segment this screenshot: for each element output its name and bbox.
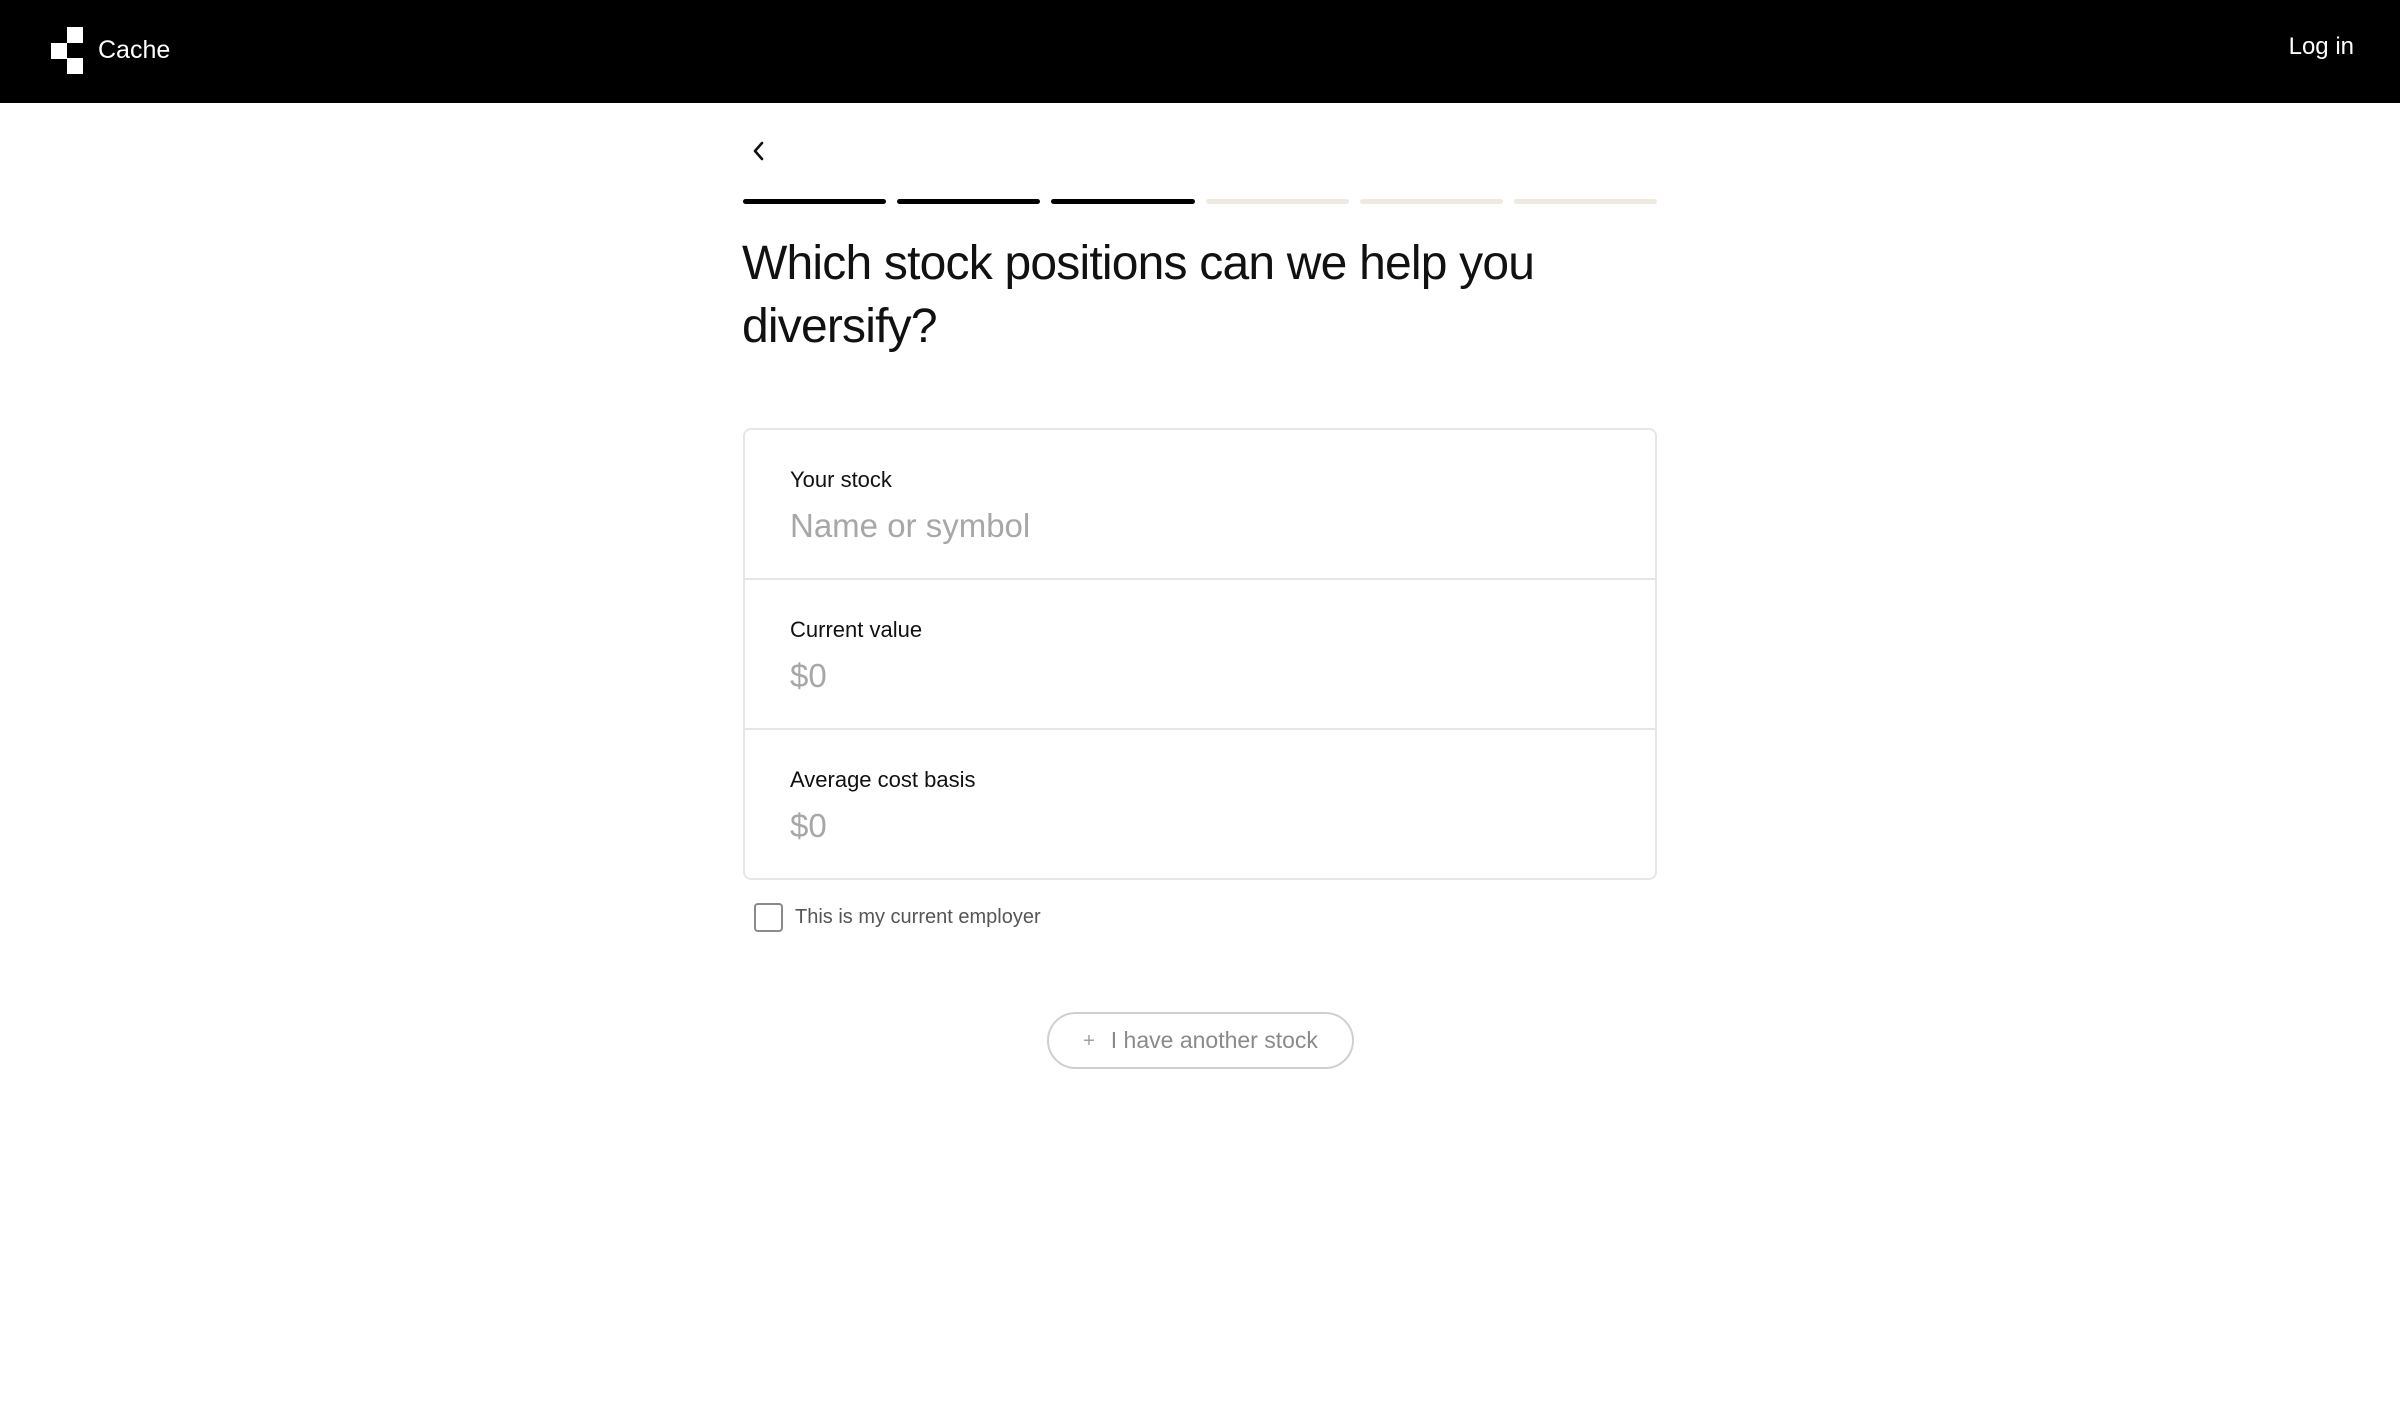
login-link[interactable]: Log in (2289, 33, 2354, 61)
employer-checkbox-row[interactable]: This is my current employer (754, 903, 1041, 932)
step-progress-bar (743, 199, 1658, 205)
page-title: Which stock positions can we help you di… (742, 237, 1535, 353)
back-button[interactable] (742, 134, 776, 168)
brand-name: Cache (98, 35, 171, 64)
progress-step-1 (743, 199, 887, 204)
cost-basis-input[interactable] (790, 804, 1590, 848)
progress-step-3 (1051, 199, 1195, 204)
progress-step-2 (897, 199, 1041, 204)
progress-step-5 (1359, 199, 1503, 204)
cost-basis-label: Average cost basis (790, 767, 976, 792)
current-value-field: Current value (745, 580, 1655, 730)
cache-logo-icon (50, 26, 84, 74)
add-another-stock-label: I have another stock (1110, 1027, 1318, 1053)
employer-checkbox-label: This is my current employer (795, 906, 1041, 928)
stock-field: Your stock (745, 430, 1655, 580)
stock-search-input[interactable] (790, 504, 1590, 548)
progress-step-6 (1513, 199, 1658, 204)
current-value-input[interactable] (790, 654, 1590, 698)
employer-checkbox[interactable] (754, 903, 783, 932)
stock-field-label: Your stock (790, 467, 892, 492)
cost-basis-field: Average cost basis (745, 730, 1655, 880)
plus-icon: + (1083, 1029, 1095, 1052)
top-navigation-bar: Cache Log in (0, 0, 2400, 103)
progress-step-4 (1205, 199, 1349, 204)
add-another-stock-button[interactable]: + I have another stock (1047, 1012, 1354, 1069)
brand-home-link[interactable]: Cache (50, 24, 170, 76)
stock-position-card: Your stock Current value Average cost ba… (743, 428, 1657, 880)
current-value-label: Current value (790, 617, 923, 642)
chevron-left-icon (753, 141, 764, 161)
